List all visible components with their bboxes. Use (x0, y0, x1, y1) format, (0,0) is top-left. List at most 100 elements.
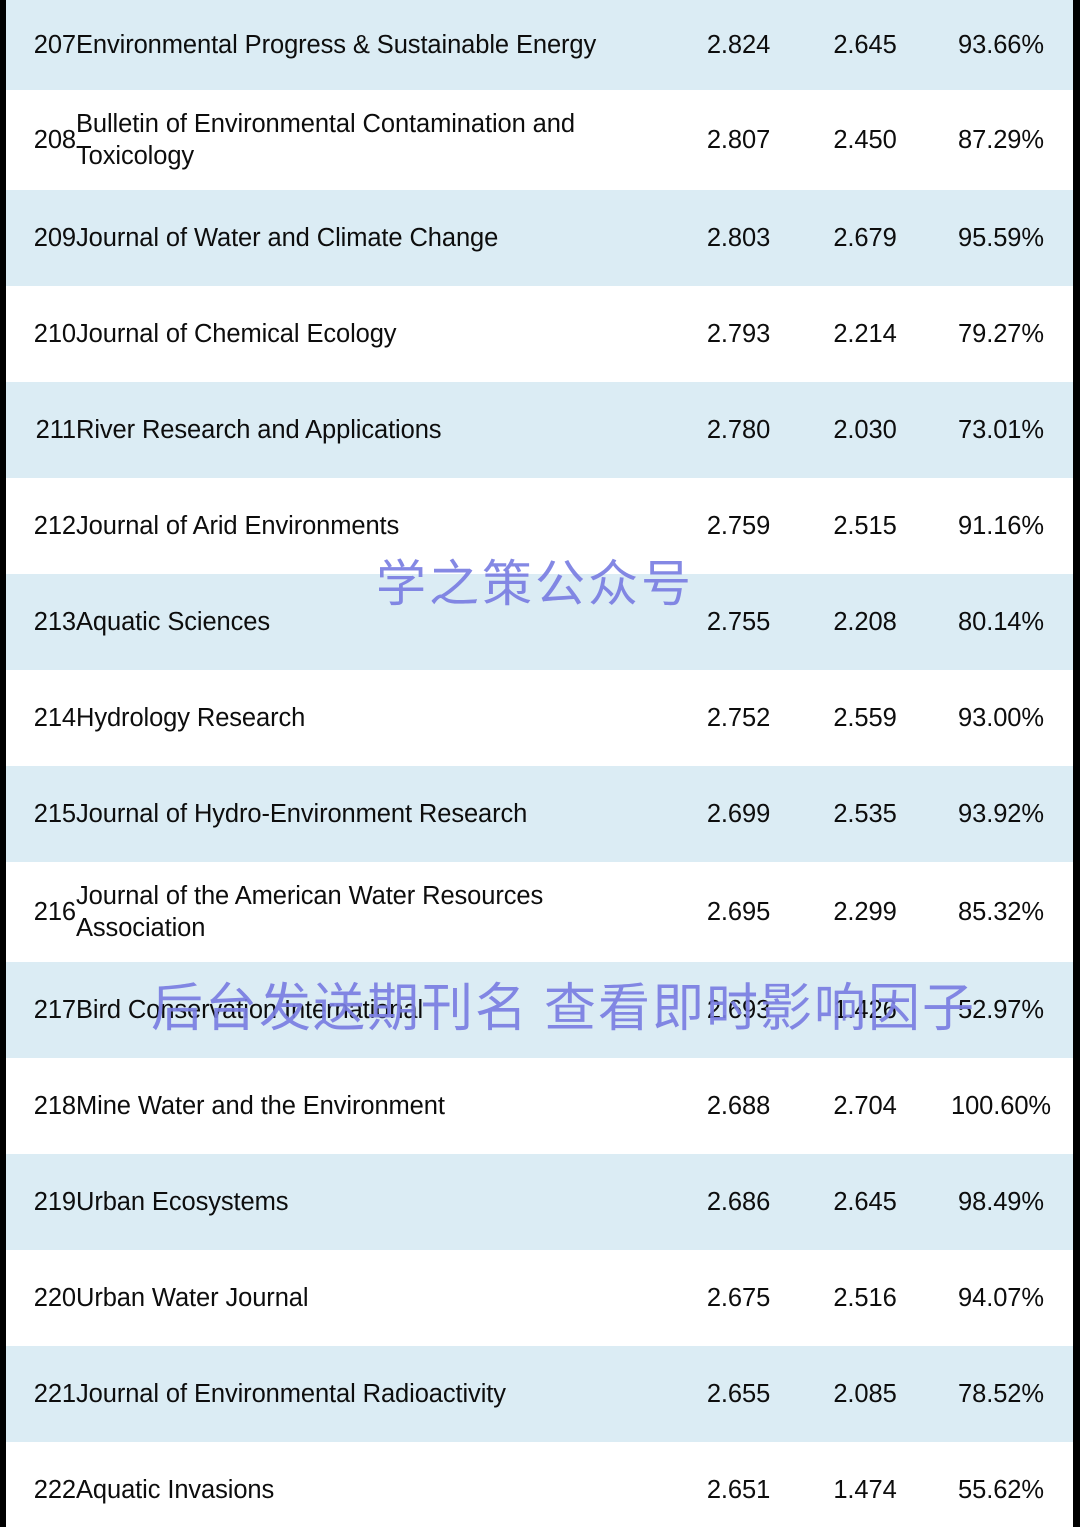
journal-title-cell: Hydrology Research (76, 703, 306, 732)
page-root: 207 Environmental Progress & Sustainable … (0, 0, 1080, 1527)
table-row: 219 Urban Ecosystems 2.686 2.645 98.49% (6, 1154, 1073, 1250)
table-row: 208 Bulletin of Environmental Contaminati… (6, 90, 1073, 190)
impact-factor-cell: 2.793 (706, 319, 771, 348)
impact-factor-cell: 2.824 (706, 30, 771, 59)
journal-title-cell: Journal of Chemical Ecology (76, 319, 397, 348)
percent-cell: 95.59% (958, 223, 1044, 252)
percent-cell: 52.97% (958, 995, 1044, 1024)
table-row: 213 Aquatic Sciences 2.755 2.208 80.14% (6, 574, 1073, 670)
journal-title-cell: Bird Conservation International (76, 995, 424, 1024)
rank-cell: 217 (33, 995, 76, 1024)
impact-factor-cell: 2.755 (706, 607, 771, 636)
five-year-if-cell: 2.535 (833, 799, 897, 828)
table-row: 220 Urban Water Journal 2.675 2.516 94.07% (6, 1250, 1073, 1346)
rank-cell: 207 (33, 30, 76, 59)
rank-cell: 220 (33, 1283, 76, 1312)
five-year-if-cell: 2.645 (833, 1187, 897, 1216)
journal-title-cell: Bulletin of Environmental Contamination … (76, 109, 575, 170)
journal-title-cell: Urban Water Journal (76, 1283, 309, 1312)
percent-cell: 85.32% (958, 897, 1044, 926)
journal-title-cell: Journal of Hydro-Environment Research (76, 799, 528, 828)
percent-cell: 98.49% (958, 1187, 1044, 1216)
rank-cell: 209 (33, 223, 76, 252)
rank-cell: 219 (33, 1187, 76, 1216)
percent-cell: 80.14% (958, 607, 1044, 636)
impact-factor-cell: 2.675 (706, 1283, 771, 1312)
rank-cell: 216 (33, 897, 76, 926)
percent-cell: 94.07% (958, 1283, 1044, 1312)
percent-cell: 93.92% (958, 799, 1044, 828)
percent-cell: 93.66% (958, 30, 1044, 59)
percent-cell: 91.16% (958, 511, 1044, 540)
journal-ranking-table-body: 207 Environmental Progress & Sustainable … (6, 0, 1073, 1527)
five-year-if-cell: 2.030 (833, 415, 897, 444)
table-row: 214 Hydrology Research 2.752 2.559 93.00% (6, 670, 1073, 766)
rank-cell: 212 (33, 511, 76, 540)
percent-cell: 55.62% (958, 1475, 1044, 1504)
rank-cell: 215 (33, 799, 76, 828)
journal-title-cell: Journal of Water and Climate Change (76, 223, 499, 252)
percent-cell: 73.01% (958, 415, 1044, 444)
journal-title-cell: Journal of the American Water Resources … (76, 881, 544, 942)
five-year-if-cell: 1.426 (833, 995, 897, 1024)
impact-factor-cell: 2.693 (706, 995, 771, 1024)
five-year-if-cell: 2.645 (833, 30, 897, 59)
percent-cell: 79.27% (958, 319, 1044, 348)
rank-cell: 218 (33, 1091, 76, 1120)
rank-cell: 210 (33, 319, 76, 348)
five-year-if-cell: 2.214 (833, 319, 897, 348)
five-year-if-cell: 2.559 (833, 703, 897, 732)
percent-cell: 87.29% (958, 125, 1044, 154)
table-row: 217 Bird Conservation International 2.693 1… (6, 962, 1073, 1058)
percent-cell: 100.60% (951, 1091, 1051, 1120)
five-year-if-cell: 1.474 (833, 1475, 897, 1504)
five-year-if-cell: 2.679 (833, 223, 897, 252)
table-row: 216 Journal of the American Water Resourc… (6, 862, 1073, 962)
journal-ranking-table: 207 Environmental Progress & Sustainable … (6, 0, 1073, 1527)
rank-cell: 213 (33, 607, 76, 636)
journal-title-cell: Journal of Environmental Radioactivity (76, 1379, 506, 1408)
journal-title-cell: Mine Water and the Environment (76, 1091, 445, 1120)
table-row: 212 Journal of Arid Environments 2.759 2.51… (6, 478, 1073, 574)
impact-factor-cell: 2.780 (706, 415, 771, 444)
impact-factor-cell: 2.699 (706, 799, 771, 828)
impact-factor-cell: 2.651 (706, 1475, 771, 1504)
journal-title-cell: Environmental Progress & Sustainable Ene… (76, 30, 597, 59)
percent-cell: 93.00% (958, 703, 1044, 732)
rank-cell: 222 (33, 1475, 76, 1504)
journal-title-cell: Journal of Arid Environments (76, 511, 400, 540)
five-year-if-cell: 2.085 (833, 1379, 897, 1408)
percent-cell: 78.52% (958, 1379, 1044, 1408)
five-year-if-cell: 2.516 (833, 1283, 897, 1312)
table-row: 211 River Research and Applications 2.780 2… (6, 382, 1073, 478)
impact-factor-cell: 2.759 (706, 511, 771, 540)
impact-factor-cell: 2.655 (706, 1379, 771, 1408)
journal-title-cell: River Research and Applications (76, 415, 442, 444)
impact-factor-cell: 2.695 (706, 897, 771, 926)
rank-cell: 208 (33, 125, 76, 154)
journal-title-cell: Aquatic Invasions (76, 1475, 275, 1504)
rank-cell: 214 (33, 703, 76, 732)
table-row: 215 Journal of Hydro-Environment Research… (6, 766, 1073, 862)
table-row: 218 Mine Water and the Environment 2.688 2.… (6, 1058, 1073, 1154)
table-row: 210 Journal of Chemical Ecology 2.793 2.214… (6, 286, 1073, 382)
journal-title-cell: Aquatic Sciences (76, 607, 271, 636)
five-year-if-cell: 2.208 (833, 607, 897, 636)
rank-cell: 221 (33, 1379, 76, 1408)
impact-factor-cell: 2.807 (706, 125, 771, 154)
impact-factor-cell: 2.752 (706, 703, 771, 732)
rank-cell: 211 (35, 415, 76, 444)
impact-factor-cell: 2.686 (706, 1187, 771, 1216)
table-row: 207 Environmental Progress & Sustainable … (6, 0, 1073, 90)
impact-factor-cell: 2.688 (706, 1091, 771, 1120)
five-year-if-cell: 2.299 (833, 897, 897, 926)
table-row: 221 Journal of Environmental Radioactivit… (6, 1346, 1073, 1442)
table-row: 222 Aquatic Invasions 2.651 1.474 55.62% (6, 1442, 1073, 1527)
five-year-if-cell: 2.515 (833, 511, 897, 540)
five-year-if-cell: 2.450 (833, 125, 897, 154)
table-row: 209 Journal of Water and Climate Change 2.… (6, 190, 1073, 286)
five-year-if-cell: 2.704 (833, 1091, 897, 1120)
journal-title-cell: Urban Ecosystems (76, 1187, 289, 1216)
impact-factor-cell: 2.803 (706, 223, 771, 252)
document-sheet: 207 Environmental Progress & Sustainable … (6, 0, 1073, 1527)
